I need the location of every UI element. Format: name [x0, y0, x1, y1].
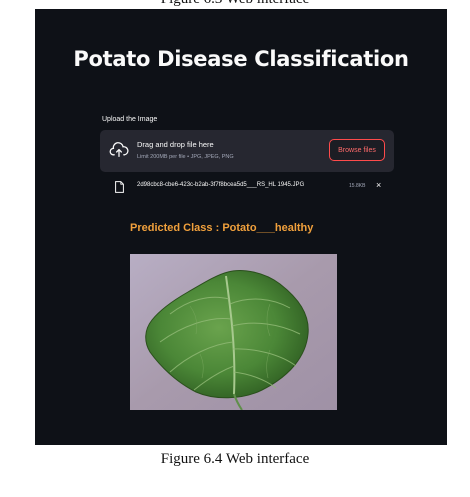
remove-file-button[interactable]: × — [376, 180, 381, 190]
top-figure-caption: Figure 6.3 Web interface — [0, 0, 470, 8]
cloud-upload-icon — [109, 142, 129, 158]
dropzone-title: Drag and drop file here — [137, 140, 214, 149]
bottom-figure-caption: Figure 6.4 Web interface — [160, 451, 310, 467]
uploaded-file-row: 2d98cbc8-cbe6-423c-b2ab-3f7f8bcea5d5___R… — [111, 179, 401, 195]
potato-leaf-image — [130, 254, 337, 410]
uploaded-file-name: 2d98cbc8-cbe6-423c-b2ab-3f7f8bcea5d5___R… — [137, 182, 305, 188]
streamlit-app-window: Potato Disease Classification Upload the… — [35, 9, 447, 445]
file-icon — [115, 181, 124, 193]
uploaded-file-size: 15.8KB — [349, 183, 366, 189]
file-dropzone[interactable]: Drag and drop file here Limit 200MB per … — [100, 130, 394, 172]
predicted-class-text: Predicted Class : Potato___healthy — [130, 222, 314, 234]
upload-label: Upload the Image — [102, 116, 158, 123]
page-title: Potato Disease Classification — [73, 47, 409, 71]
dropzone-limit: Limit 200MB per file • JPG, JPEG, PNG — [137, 154, 234, 160]
browse-files-button[interactable]: Browse files — [329, 139, 385, 161]
